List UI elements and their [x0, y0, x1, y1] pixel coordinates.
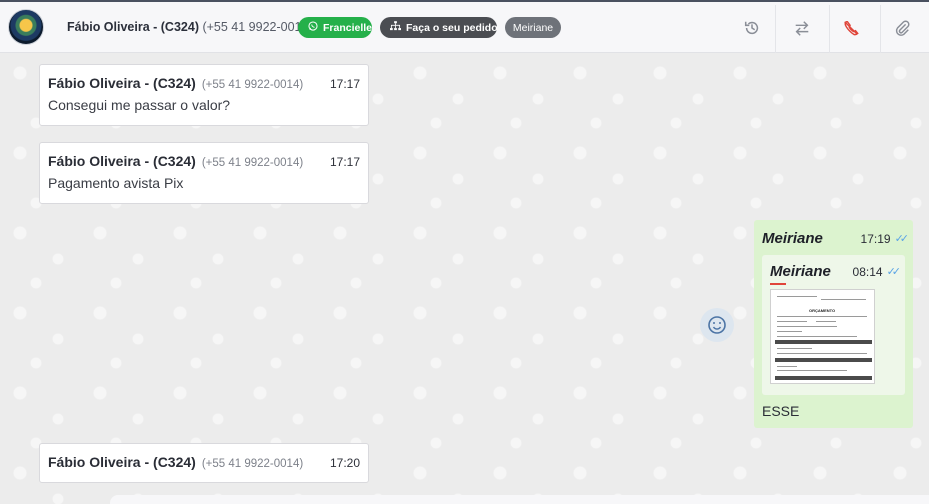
- message-phone: (+55 41 9922-0014): [201, 458, 304, 470]
- tag-label: Faça o seu pedido: [406, 21, 498, 34]
- incoming-message[interactable]: Fábio Oliveira - (C324) (+55 41 9922-001…: [39, 142, 369, 204]
- message-author: Fábio Oliveira - (C324): [48, 454, 196, 470]
- tag-francielle[interactable]: Francielle: [298, 17, 372, 38]
- document-thumbnail[interactable]: ORÇAMENTO: [770, 289, 875, 384]
- message-time: 17:19: [860, 231, 891, 246]
- message-time: 17:17: [329, 77, 360, 91]
- whatsapp-icon: [308, 21, 318, 34]
- incoming-message[interactable]: Fábio Oliveira - (C324) (+55 41 9922-001…: [39, 443, 369, 483]
- message-text: Consegui me passar o valor?: [48, 97, 231, 113]
- message-text: ESSE: [762, 403, 800, 419]
- outgoing-message[interactable]: Meiriane 17:19 ✓✓ Meiriane 08:14 ✓✓ ORÇA…: [754, 220, 913, 428]
- quoted-time: 08:14: [852, 264, 883, 279]
- incoming-message[interactable]: Fábio Oliveira - (C324) (+55 41 9922-001…: [39, 64, 369, 126]
- document-title: ORÇAMENTO: [809, 308, 836, 313]
- transfer-button[interactable]: [789, 15, 815, 41]
- end-call-button[interactable]: [838, 15, 864, 41]
- attachment-button[interactable]: [889, 15, 915, 41]
- transfer-icon: [795, 21, 809, 36]
- quoted-message[interactable]: Meiriane 08:14 ✓✓ ORÇAMENTO: [762, 255, 905, 395]
- attachment-icon: [895, 20, 910, 36]
- sitemap-icon: [390, 21, 401, 34]
- message-author: Fábio Oliveira - (C324): [48, 75, 196, 91]
- read-receipt-icon: ✓✓: [894, 233, 910, 245]
- header-divider: [829, 5, 830, 53]
- end-call-icon: [844, 20, 859, 36]
- header-divider: [880, 5, 881, 53]
- message-phone: (+55 41 9922-0014): [201, 157, 304, 169]
- header-divider: [775, 5, 776, 53]
- quoted-author: Meiriane: [770, 263, 831, 280]
- quote-accent: [770, 283, 786, 285]
- tag-faca-pedido[interactable]: Faça o seu pedido: [380, 17, 498, 38]
- smiley-icon: [708, 316, 726, 334]
- contact-title[interactable]: Fábio Oliveira - (C324) (+55 41 9922-001…: [67, 20, 313, 34]
- read-receipt-icon: ✓✓: [886, 266, 902, 278]
- history-icon: [744, 21, 759, 35]
- chat-header: Fábio Oliveira - (C324) (+55 41 9922-001…: [0, 0, 929, 53]
- history-button[interactable]: [739, 15, 765, 41]
- contact-phone: (+55 41 9922-0014): [202, 20, 313, 34]
- message-author: Fábio Oliveira - (C324): [48, 153, 196, 169]
- message-time: 17:20: [329, 456, 360, 470]
- message-author: Meiriane: [762, 230, 823, 247]
- message-phone: (+55 41 9922-0014): [201, 79, 304, 91]
- tag-label: Meiriane: [512, 21, 554, 34]
- message-text: Pagamento avista Pix: [48, 175, 184, 191]
- tag-label: Francielle: [323, 21, 373, 34]
- message-time: 17:17: [329, 155, 360, 169]
- composer-edge: [110, 495, 929, 504]
- contact-avatar[interactable]: [8, 9, 44, 45]
- tag-meiriane[interactable]: Meiriane: [505, 17, 561, 38]
- contact-name: Fábio Oliveira - (C324): [67, 20, 199, 34]
- chat-area[interactable]: Fábio Oliveira - (C324) (+55 41 9922-001…: [0, 53, 929, 504]
- reaction-button[interactable]: [700, 308, 734, 342]
